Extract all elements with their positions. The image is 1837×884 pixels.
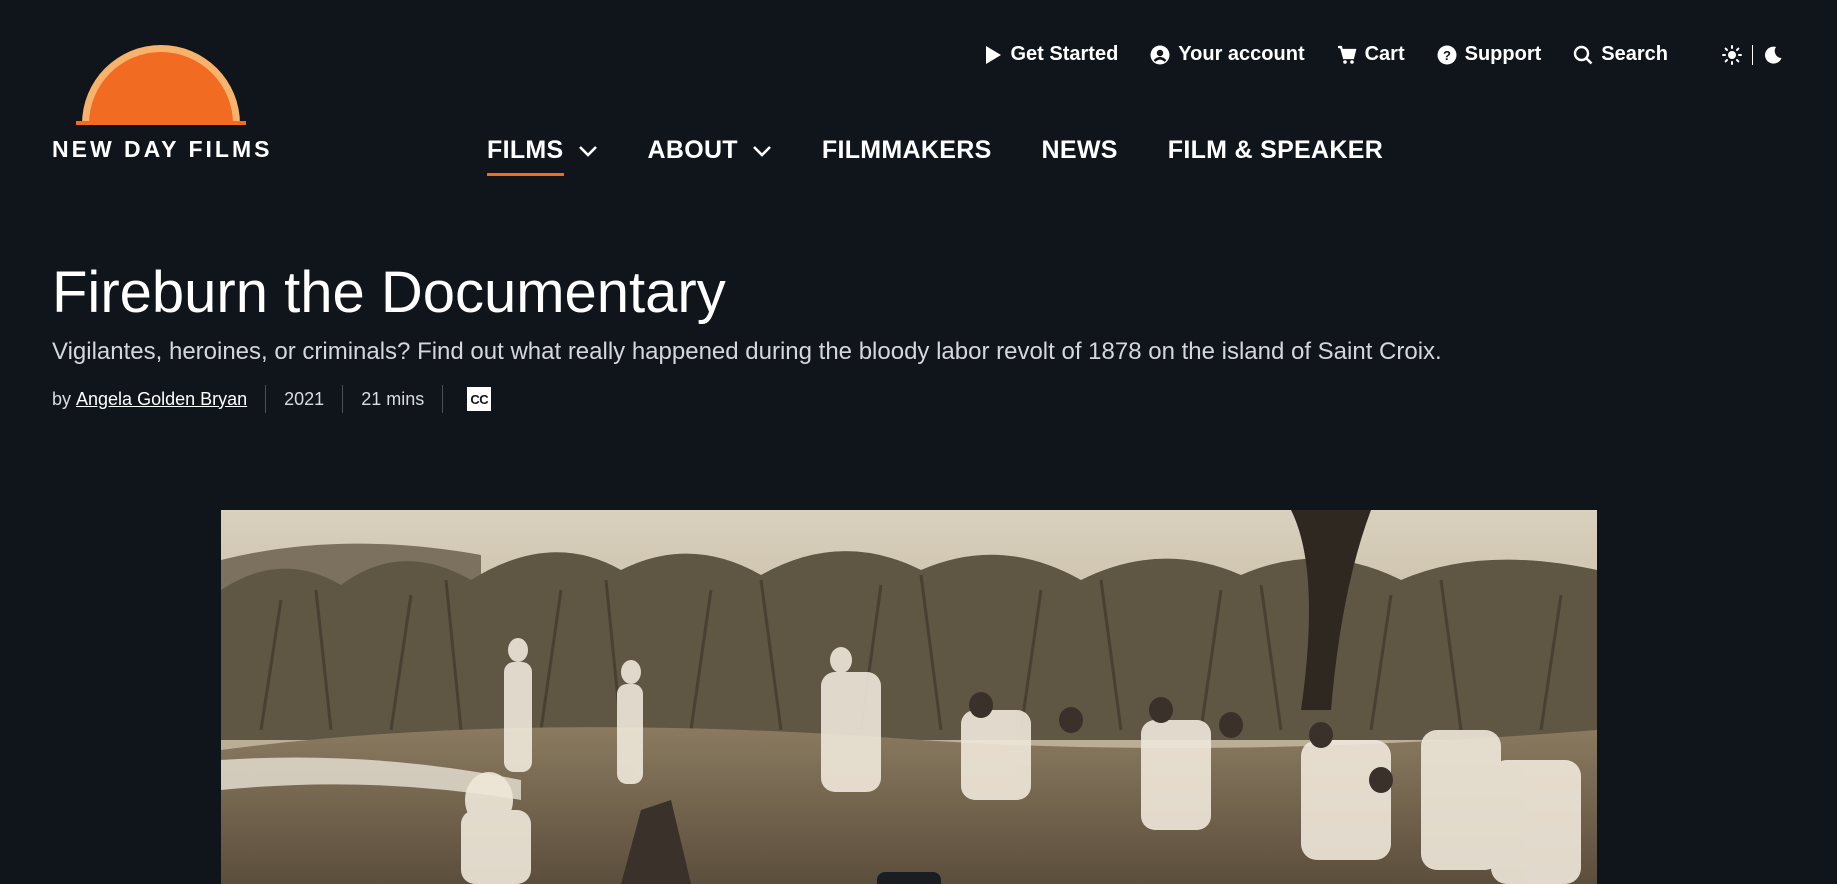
logo-text: NEW DAY FILMS	[52, 136, 273, 162]
closed-captions-icon: CC	[467, 387, 492, 411]
theme-separator	[1752, 44, 1753, 65]
nav-films[interactable]: FILMS	[487, 136, 598, 176]
nav-filmmakers[interactable]: FILMMAKERS	[822, 136, 992, 165]
meta-divider	[442, 385, 444, 413]
nav-film-speaker-label: FILM & SPEAKER	[1167, 136, 1384, 164]
search-label: Search	[1601, 43, 1668, 65]
new-day-films-logo[interactable]: NEW DAY FILMS	[52, 40, 273, 162]
your-account-link[interactable]: Your account	[1150, 43, 1305, 66]
meta-divider	[265, 385, 267, 413]
film-tagline: Vigilantes, heroines, or criminals? Find…	[52, 338, 1442, 365]
help-circle-icon: ?	[1437, 45, 1457, 64]
moon-icon[interactable]	[1763, 45, 1783, 65]
svg-text:?: ?	[1443, 48, 1451, 63]
sepia-photo-illustration	[221, 510, 1597, 884]
nav-film-speaker[interactable]: FILM & SPEAKER	[1168, 136, 1383, 165]
nav-films-label: FILMS	[487, 136, 564, 176]
film-hero-image[interactable]	[221, 510, 1597, 884]
chevron-down-icon	[578, 145, 597, 157]
by-prefix: by	[52, 388, 72, 409]
search-icon	[1574, 45, 1593, 64]
sun-icon[interactable]	[1722, 44, 1742, 65]
get-started-link[interactable]: Get Started	[984, 43, 1118, 66]
video-control-tab[interactable]	[877, 872, 941, 884]
your-account-label: Your account	[1178, 43, 1305, 65]
page-title: Fireburn the Documentary	[52, 260, 726, 325]
cart-icon	[1337, 45, 1357, 64]
main-nav: FILMS ABOUT FILMMAKERS NEWS FILM & SPEAK…	[487, 136, 1433, 176]
nav-news-label: NEWS	[1041, 136, 1118, 164]
get-started-label: Get Started	[1010, 43, 1119, 65]
user-circle-icon	[1150, 45, 1170, 64]
nav-about-label: ABOUT	[647, 136, 738, 164]
director-link[interactable]: Angela Golden Bryan	[76, 389, 247, 410]
meta-divider	[342, 385, 344, 413]
sunrise-logo-icon	[76, 45, 246, 125]
support-link[interactable]: ? Support	[1437, 43, 1542, 66]
film-meta: by Angela Golden Bryan 2021 21 mins CC	[52, 385, 492, 413]
nav-filmmakers-label: FILMMAKERS	[821, 136, 992, 164]
support-label: Support	[1464, 43, 1542, 65]
search-link[interactable]: Search	[1573, 43, 1668, 66]
film-year: 2021	[284, 388, 325, 409]
nav-about[interactable]: ABOUT	[648, 136, 772, 165]
theme-toggle	[1722, 44, 1783, 65]
utility-nav: Get Started Your account Cart ? Support …	[984, 43, 1783, 66]
play-icon	[986, 45, 1002, 64]
film-duration: 21 mins	[361, 388, 425, 409]
cart-link[interactable]: Cart	[1337, 43, 1405, 66]
cart-label: Cart	[1364, 43, 1405, 65]
chevron-down-icon	[752, 145, 771, 157]
nav-news[interactable]: NEWS	[1042, 136, 1118, 165]
